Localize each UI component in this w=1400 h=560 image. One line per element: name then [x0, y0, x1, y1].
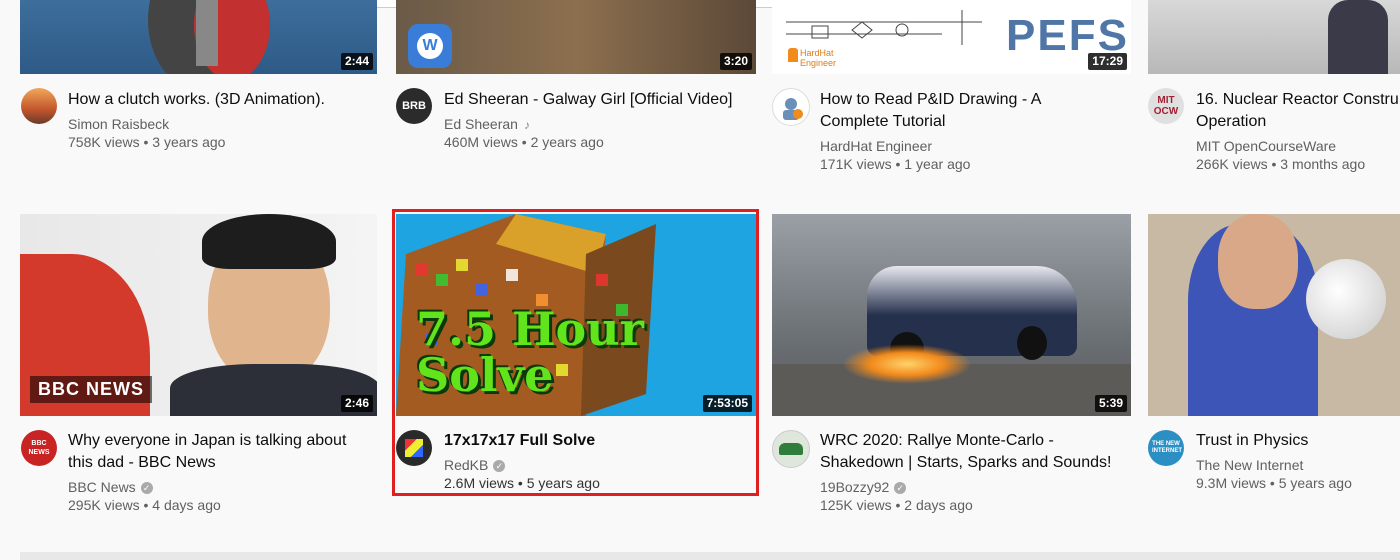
video-thumbnail-galway[interactable]: W 3:20: [396, 0, 756, 74]
video-duration: 2:44: [340, 53, 373, 70]
channel-name[interactable]: HardHat Engineer: [820, 137, 932, 155]
video-duration: 17:29: [1088, 53, 1127, 70]
video-title[interactable]: 16. Nuclear Reactor Constru Operation: [1196, 89, 1399, 133]
channel-name[interactable]: Ed Sheeran ♪: [444, 115, 530, 134]
channel-avatar[interactable]: MIT OCW: [1148, 88, 1184, 124]
car-avatar-icon: [779, 443, 803, 455]
channel-avatar[interactable]: BRB: [396, 88, 432, 124]
video-thumbnail-clutch[interactable]: 2:44: [20, 0, 377, 74]
hardhat-logo-text: HardHat Engineer: [800, 48, 837, 68]
video-stats: 460M views • 2 years ago: [444, 134, 604, 150]
channel-name[interactable]: The New Internet: [1196, 456, 1303, 474]
video-thumbnail-nuclear[interactable]: [1148, 0, 1400, 74]
channel-name[interactable]: BBC News ✓: [68, 478, 153, 496]
cube-avatar-icon: [405, 439, 423, 457]
video-title[interactable]: How a clutch works. (3D Animation).: [68, 89, 325, 111]
video-stats: 758K views • 3 years ago: [68, 134, 226, 150]
verified-check-icon: ✓: [140, 482, 153, 495]
music-note-icon: ♪: [523, 118, 530, 132]
verified-check-icon: ✓: [894, 482, 907, 495]
video-stats: 266K views • 3 months ago: [1196, 156, 1366, 172]
video-thumbnail-cube[interactable]: 7.5 Hour Solve 7:53:05: [396, 214, 756, 416]
video-title[interactable]: Trust in Physics: [1196, 430, 1308, 452]
sparks: [842, 344, 972, 384]
video-stats: 125K views • 2 days ago: [820, 497, 973, 513]
video-stats: 171K views • 1 year ago: [820, 156, 971, 172]
channel-avatar[interactable]: [772, 430, 810, 468]
engineer-icon: [783, 98, 803, 120]
channel-name[interactable]: Simon Raisbeck: [68, 115, 169, 133]
bbc-news-logo: BBC NEWS: [30, 376, 152, 403]
video-duration: 5:39: [1094, 395, 1127, 412]
video-thumbnail-wrc[interactable]: 5:39: [772, 214, 1131, 416]
channel-avatar[interactable]: [21, 88, 57, 124]
warner-logo-icon: W: [408, 24, 452, 68]
video-title[interactable]: WRC 2020: Rallye Monte-Carlo - Shakedown …: [820, 430, 1111, 474]
channel-avatar[interactable]: [396, 430, 432, 466]
video-thumbnail-trust-physics[interactable]: [1148, 214, 1400, 416]
video-duration: 7:53:05: [702, 395, 752, 412]
channel-name[interactable]: RedKB ✓: [444, 456, 506, 474]
video-title[interactable]: 17x17x17 Full Solve: [444, 430, 595, 452]
section-divider: [20, 552, 1400, 560]
video-title[interactable]: How to Read P&ID Drawing - A Complete Tut…: [820, 89, 1041, 133]
thumbnail-overlay-text: 7.5 Hour Solve: [416, 302, 644, 402]
clutch-render: [148, 0, 270, 74]
verified-check-icon: ✓: [493, 460, 506, 473]
video-duration: 3:20: [719, 53, 752, 70]
channel-name[interactable]: MIT OpenCourseWare: [1196, 137, 1336, 155]
channel-avatar[interactable]: [772, 88, 810, 126]
channel-avatar[interactable]: THE NEW INTERNET: [1148, 430, 1184, 466]
ball: [1306, 259, 1386, 339]
video-stats: 2.6M views • 5 years ago: [444, 475, 600, 491]
video-thumbnail-pid[interactable]: HardHat Engineer PEFS 17:29: [772, 0, 1131, 74]
channel-avatar[interactable]: BBC NEWS: [21, 430, 57, 466]
channel-name[interactable]: 19Bozzy92 ✓: [820, 478, 907, 496]
video-title[interactable]: Ed Sheeran - Galway Girl [Official Video…: [444, 89, 732, 111]
video-stats: 295K views • 4 days ago: [68, 497, 221, 513]
hardhat-logo: [788, 48, 798, 62]
video-duration: 2:46: [340, 395, 373, 412]
video-thumbnail-japan-dad[interactable]: BBC NEWS 2:46: [20, 214, 377, 416]
video-title[interactable]: Why everyone in Japan is talking about th…: [68, 430, 346, 474]
video-stats: 9.3M views • 5 years ago: [1196, 475, 1352, 491]
